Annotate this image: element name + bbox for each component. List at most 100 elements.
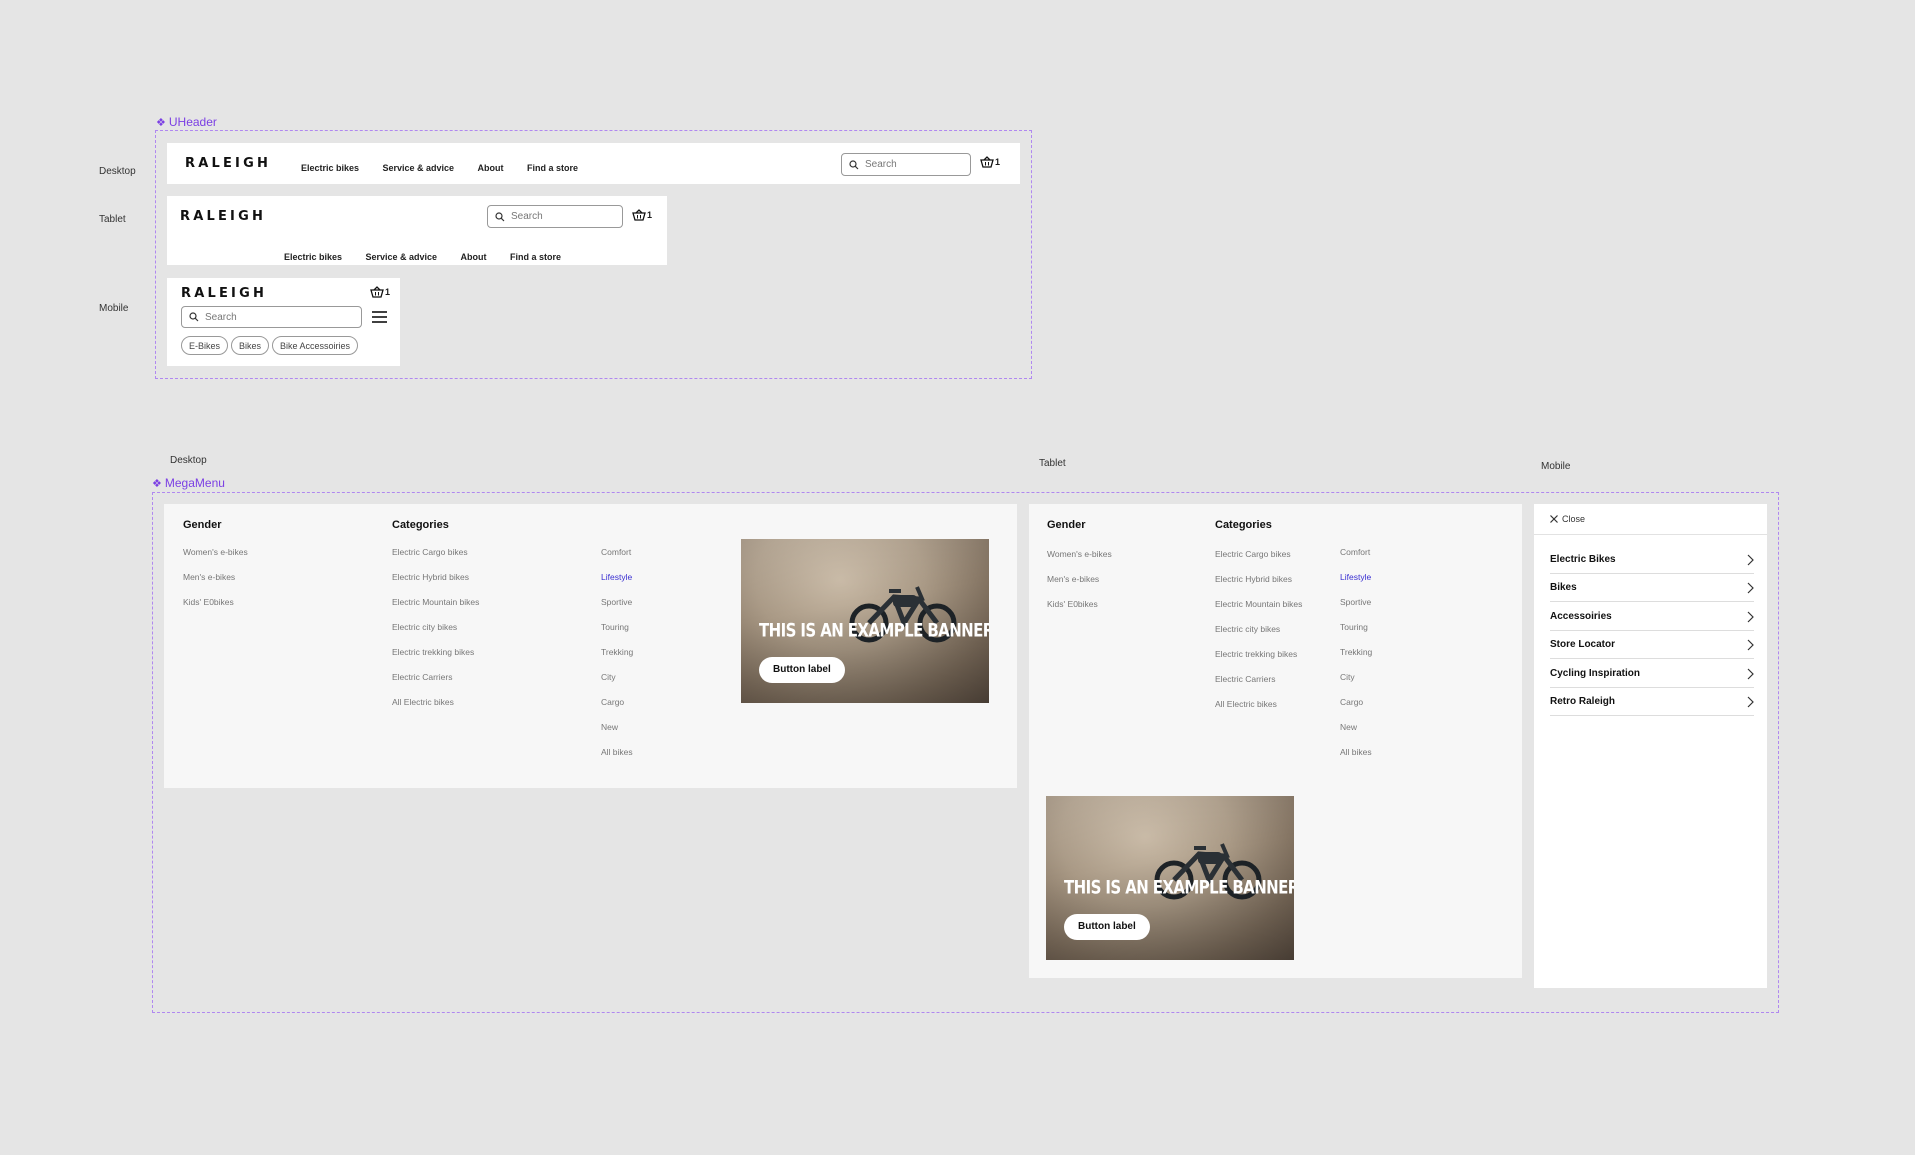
- chevron-right-icon: [1747, 639, 1754, 650]
- mobile-label: Mobile: [99, 303, 129, 314]
- basket-count: 1: [385, 287, 391, 297]
- chevron-right-icon: [1747, 696, 1754, 707]
- categories-heading: Categories: [392, 519, 449, 531]
- mobile-megamenu: Close Electric Bikes Bikes Accessoiries …: [1534, 504, 1767, 988]
- category-link[interactable]: Electric trekking bikes: [392, 647, 474, 657]
- category-link[interactable]: Electric Mountain bikes: [392, 597, 479, 607]
- nav-service-advice[interactable]: Service & advice: [383, 163, 455, 173]
- promo-banner[interactable]: THIS IS AN EXAMPLE BANNER Button label: [741, 539, 989, 703]
- category-link[interactable]: Electric Carriers: [392, 672, 452, 682]
- basket-icon: [632, 209, 646, 221]
- brand-logo[interactable]: RALEIGH: [180, 209, 266, 224]
- search-input[interactable]: Search: [841, 153, 971, 176]
- search-input[interactable]: Search: [181, 306, 362, 328]
- nav-about[interactable]: About: [461, 252, 487, 262]
- component-icon: ❖: [156, 116, 166, 129]
- type-link[interactable]: Sportive: [1340, 597, 1371, 607]
- type-link[interactable]: Trekking: [601, 647, 633, 657]
- category-link[interactable]: Electric Carriers: [1215, 674, 1275, 684]
- brand-logo[interactable]: RALEIGH: [185, 156, 271, 171]
- type-link[interactable]: Sportive: [601, 597, 632, 607]
- mobile-menu-item-electric-bikes[interactable]: Electric Bikes: [1550, 546, 1754, 574]
- megamenu-label: ❖ MegaMenu: [152, 476, 225, 490]
- desktop-nav: Electric bikes Service & advice About Fi…: [301, 158, 597, 176]
- search-icon: [849, 159, 859, 169]
- close-button[interactable]: Close: [1550, 514, 1585, 524]
- nav-electric-bikes[interactable]: Electric bikes: [301, 163, 359, 173]
- mobile-header: RALEIGH 1 Search E-Bikes Bikes Bike Access…: [167, 278, 400, 366]
- category-link[interactable]: All Electric bikes: [1215, 699, 1277, 709]
- categories-heading: Categories: [1215, 519, 1272, 531]
- gender-link[interactable]: Men's e-bikes: [183, 572, 235, 582]
- type-link[interactable]: Touring: [1340, 622, 1368, 632]
- desktop-header: RALEIGH Electric bikes Service & advice …: [167, 143, 1020, 184]
- category-link[interactable]: Electric trekking bikes: [1215, 649, 1297, 659]
- category-link[interactable]: Electric Cargo bikes: [1215, 549, 1291, 559]
- nav-find-store[interactable]: Find a store: [510, 252, 561, 262]
- category-link[interactable]: Electric Hybrid bikes: [392, 572, 469, 582]
- nav-electric-bikes[interactable]: Electric bikes: [284, 252, 342, 262]
- banner-button[interactable]: Button label: [759, 657, 845, 683]
- type-link[interactable]: Cargo: [601, 697, 624, 707]
- type-link[interactable]: All bikes: [1340, 747, 1372, 757]
- tablet-label: Tablet: [99, 214, 126, 225]
- chevron-right-icon: [1747, 611, 1754, 622]
- category-link[interactable]: All Electric bikes: [392, 697, 454, 707]
- type-link[interactable]: All bikes: [601, 747, 633, 757]
- gender-link[interactable]: Men's e-bikes: [1047, 574, 1099, 584]
- hamburger-menu-icon[interactable]: [372, 310, 387, 329]
- mobile-menu-item-cycling-inspiration[interactable]: Cycling Inspiration: [1550, 660, 1754, 688]
- gender-heading: Gender: [1047, 519, 1086, 531]
- search-input[interactable]: Search: [487, 205, 623, 228]
- megamenu-mobile-label: Mobile: [1541, 461, 1571, 472]
- basket-icon: [370, 286, 384, 298]
- type-link[interactable]: Comfort: [1340, 547, 1370, 557]
- component-icon: ❖: [152, 477, 162, 490]
- tablet-header: RALEIGH Search 1 Electric bikes Service …: [167, 196, 667, 265]
- gender-link[interactable]: Kids' E0bikes: [1047, 599, 1098, 609]
- basket-count: 1: [995, 157, 1001, 167]
- type-link-active[interactable]: Lifestyle: [1340, 572, 1371, 582]
- banner-title: THIS IS AN EXAMPLE BANNER: [1064, 876, 1294, 899]
- nav-find-store[interactable]: Find a store: [527, 163, 578, 173]
- gender-link[interactable]: Kids' E0bikes: [183, 597, 234, 607]
- mobile-menu-item-retro-raleigh[interactable]: Retro Raleigh: [1550, 688, 1754, 716]
- mobile-menu-item-bikes[interactable]: Bikes: [1550, 574, 1754, 602]
- promo-banner[interactable]: THIS IS AN EXAMPLE BANNER Button label: [1046, 796, 1294, 960]
- basket-count: 1: [647, 210, 653, 220]
- category-link[interactable]: Electric city bikes: [1215, 624, 1280, 634]
- type-link[interactable]: Comfort: [601, 547, 631, 557]
- basket-button[interactable]: 1: [632, 209, 652, 221]
- type-link[interactable]: Trekking: [1340, 647, 1372, 657]
- type-link[interactable]: Touring: [601, 622, 629, 632]
- type-link[interactable]: City: [1340, 672, 1355, 682]
- chip-e-bikes[interactable]: E-Bikes: [181, 336, 229, 355]
- chip-bike-accessoiries[interactable]: Bike Accessoiries: [272, 336, 359, 355]
- megamenu-tablet-label: Tablet: [1039, 458, 1066, 469]
- mobile-menu-item-store-locator[interactable]: Store Locator: [1550, 631, 1754, 659]
- mobile-menu-item-accessoiries[interactable]: Accessoiries: [1550, 603, 1754, 631]
- category-link[interactable]: Electric Hybrid bikes: [1215, 574, 1292, 584]
- nav-about[interactable]: About: [478, 163, 504, 173]
- banner-button[interactable]: Button label: [1064, 914, 1150, 940]
- close-icon: [1550, 515, 1558, 523]
- category-link[interactable]: Electric Cargo bikes: [392, 547, 468, 557]
- search-icon: [189, 312, 199, 322]
- chip-bikes[interactable]: Bikes: [231, 336, 270, 355]
- type-link-active[interactable]: Lifestyle: [601, 572, 632, 582]
- basket-button[interactable]: 1: [980, 156, 1000, 168]
- nav-service-advice[interactable]: Service & advice: [366, 252, 438, 262]
- category-link[interactable]: Electric Mountain bikes: [1215, 599, 1302, 609]
- category-link[interactable]: Electric city bikes: [392, 622, 457, 632]
- gender-link[interactable]: Women's e-bikes: [183, 547, 248, 557]
- type-link[interactable]: New: [1340, 722, 1357, 732]
- type-link[interactable]: City: [601, 672, 616, 682]
- megamenu-desktop-label: Desktop: [170, 455, 207, 466]
- tablet-nav: Electric bikes Service & advice About Fi…: [284, 247, 580, 265]
- gender-link[interactable]: Women's e-bikes: [1047, 549, 1112, 559]
- type-link[interactable]: Cargo: [1340, 697, 1363, 707]
- basket-button[interactable]: 1: [370, 286, 390, 298]
- chevron-right-icon: [1747, 582, 1754, 593]
- brand-logo[interactable]: RALEIGH: [181, 286, 267, 301]
- type-link[interactable]: New: [601, 722, 618, 732]
